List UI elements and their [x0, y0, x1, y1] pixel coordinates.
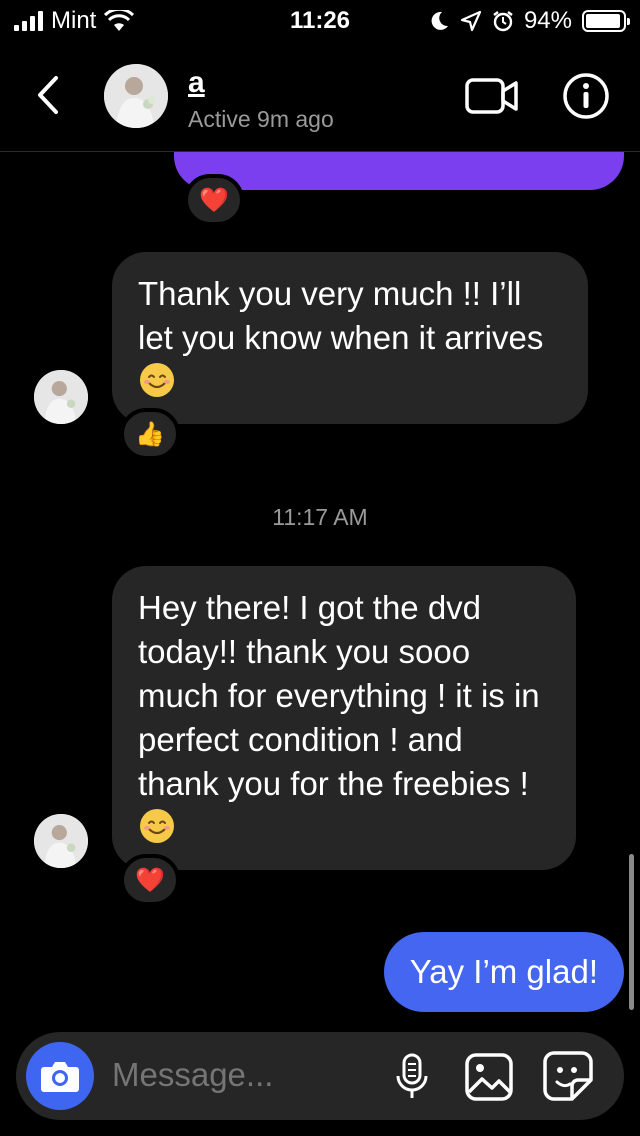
avatar-image	[34, 814, 88, 868]
battery-icon	[582, 10, 630, 32]
sender-avatar[interactable]	[34, 370, 88, 424]
contact-avatar[interactable]	[104, 64, 168, 128]
heart-reaction[interactable]: ❤️	[184, 174, 244, 226]
battery-tip	[627, 18, 630, 25]
message-list[interactable]: today ❤️ Thank you very much !! I’ll let…	[0, 152, 640, 1032]
alarm-icon	[493, 11, 513, 32]
heart-icon: ❤️	[199, 186, 229, 214]
thumbs-up-icon: 👍	[135, 420, 165, 448]
gallery-icon[interactable]	[464, 1052, 514, 1102]
chat-header: a Active 9m ago	[0, 40, 640, 152]
scrollbar[interactable]	[629, 854, 634, 1010]
thumbs-up-reaction[interactable]: 👍	[120, 408, 180, 460]
outgoing-message-bubble[interactable]: today	[174, 152, 624, 190]
heart-icon: ❤️	[135, 866, 165, 894]
sender-avatar[interactable]	[34, 814, 88, 868]
moon-icon	[431, 11, 448, 30]
smiling-face-icon	[140, 363, 174, 397]
heart-reaction[interactable]: ❤️	[120, 854, 180, 906]
status-right: 94%	[428, 7, 630, 35]
smiling-face-icon	[140, 809, 174, 843]
message-text: Hey there! I got the dvd today!! thank y…	[138, 589, 540, 802]
video-call-icon[interactable]	[464, 76, 520, 116]
info-icon[interactable]	[562, 72, 610, 120]
back-icon[interactable]	[30, 70, 70, 120]
avatar-image	[34, 370, 88, 424]
message-text: Yay I’m glad!	[409, 953, 598, 990]
battery-percent: 94%	[523, 7, 572, 34]
message-input[interactable]	[112, 1056, 372, 1094]
outgoing-message-bubble[interactable]: Yay I’m glad!	[383, 932, 624, 1012]
contact-name[interactable]: a	[188, 66, 205, 100]
microphone-icon[interactable]	[392, 1052, 432, 1102]
message-composer	[16, 1032, 624, 1120]
status-bar: Mint 11:26 94%	[0, 0, 640, 40]
battery-fill	[586, 14, 620, 28]
incoming-message-bubble[interactable]: Thank you very much !! I’ll let you know…	[112, 252, 588, 424]
camera-button[interactable]	[26, 1042, 94, 1110]
sticker-icon[interactable]	[542, 1050, 594, 1102]
location-icon	[460, 10, 482, 32]
message-text: Thank you very much !! I’ll let you know…	[138, 275, 544, 356]
message-timestamp: 11:17 AM	[272, 504, 368, 530]
active-status: Active 9m ago	[188, 106, 334, 132]
avatar-image	[104, 64, 168, 128]
incoming-message-bubble[interactable]: Hey there! I got the dvd today!! thank y…	[112, 566, 576, 870]
camera-icon	[41, 1062, 79, 1092]
